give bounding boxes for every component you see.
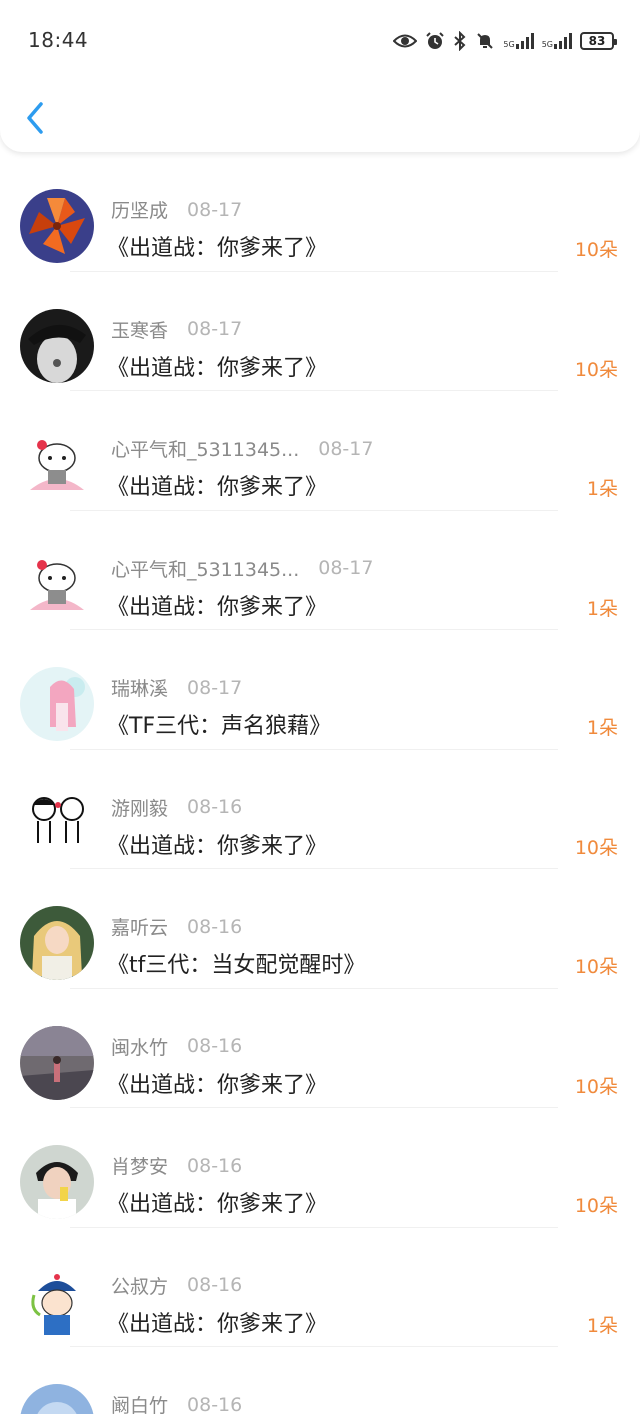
list-item[interactable]: 嘉听云 08-16 《tf三代：当女配觉醒时》 10朵: [0, 869, 640, 989]
battery-level: 83: [588, 34, 606, 48]
status-icons: 5G 5G 83: [393, 28, 617, 54]
book-title[interactable]: 《出道战：你爹来了》: [107, 828, 327, 860]
list-item[interactable]: 瑞琳溪 08-17 《TF三代：声名狼藉》 1朵: [0, 630, 640, 750]
item-meta: 心平气和_5311345... 08-17: [111, 435, 373, 462]
avatar[interactable]: [20, 1384, 94, 1414]
chevron-left-icon: [27, 102, 43, 134]
username: 阚白竹: [111, 1395, 169, 1414]
list-item[interactable]: 游刚毅 08-16 《出道战：你爹来了》 10朵: [0, 750, 640, 870]
username: 历坚成: [111, 200, 169, 222]
gift-amount: 10朵: [574, 836, 618, 859]
item-meta: 嘉听云 08-16: [111, 913, 242, 940]
signal-strength-1: 5G: [503, 33, 534, 49]
mute-bell-icon: [477, 33, 494, 49]
list-item[interactable]: 心平气和_5311345... 08-17 《出道战：你爹来了》 1朵: [0, 391, 640, 511]
avatar[interactable]: [20, 189, 94, 263]
top-header: 18:44 5G 5G 83: [0, 0, 640, 152]
username: 嘉听云: [111, 917, 169, 939]
list-item[interactable]: 肖梦安 08-16 《出道战：你爹来了》 10朵: [0, 1108, 640, 1228]
item-meta: 闽水竹 08-16: [111, 1033, 242, 1060]
book-title[interactable]: 《出道战：你爹来了》: [107, 1067, 327, 1099]
avatar[interactable]: [20, 786, 94, 861]
book-title[interactable]: 《出道战：你爹来了》: [107, 469, 327, 501]
book-title[interactable]: 《TF三代：声名狼藉》: [107, 708, 331, 740]
avatar[interactable]: [20, 547, 94, 622]
signal-label-2: 5G: [541, 40, 553, 49]
signal-bars-icon: [554, 33, 572, 49]
date: 08-17: [187, 198, 243, 221]
book-title[interactable]: 《出道战：你爹来了》: [107, 589, 327, 621]
username: 心平气和_5311345...: [111, 439, 300, 461]
date: 08-16: [187, 796, 243, 818]
avatar[interactable]: [20, 667, 94, 741]
date: 08-17: [318, 437, 374, 460]
username: 瑞琳溪: [111, 678, 169, 700]
back-button[interactable]: [20, 98, 50, 138]
item-meta: 公叔方 08-16: [111, 1272, 242, 1299]
avatar[interactable]: [20, 308, 94, 383]
date: 08-17: [187, 318, 243, 340]
book-title[interactable]: 《出道战：你爹来了》: [107, 1306, 327, 1338]
date: 08-16: [187, 1154, 243, 1177]
signal-label-1: 5G: [503, 40, 515, 49]
item-meta: 玉寒香 08-17: [111, 316, 242, 343]
gift-amount: 10朵: [574, 1195, 618, 1217]
signal-bars-icon: [515, 33, 534, 49]
gift-amount: 1朵: [586, 478, 618, 500]
gift-record-list: 历坚成 08-17 《出道战：你爹来了》 10朵 玉寒香 08-17 《出道战：…: [0, 152, 640, 1414]
date: 08-16: [187, 1393, 243, 1414]
book-title[interactable]: 《tf三代：当女配觉醒时》: [107, 947, 365, 979]
bluetooth-icon: [454, 31, 466, 51]
item-meta: 瑞琳溪 08-17: [111, 674, 242, 701]
username: 公叔方: [111, 1275, 169, 1298]
item-meta: 心平气和_5311345... 08-17: [111, 555, 373, 582]
gift-amount: 1朵: [586, 1314, 618, 1337]
book-title[interactable]: 《出道战：你爹来了》: [107, 1186, 327, 1218]
list-item[interactable]: 闽水竹 08-16 《出道战：你爹来了》 10朵: [0, 989, 640, 1109]
alarm-icon: [426, 32, 445, 49]
status-time: 18:44: [28, 28, 89, 52]
list-item[interactable]: 公叔方 08-16 《出道战：你爹来了》 1朵: [0, 1228, 640, 1348]
username: 闽水竹: [111, 1036, 169, 1059]
item-meta: 游刚毅 08-16: [111, 794, 242, 821]
avatar[interactable]: [20, 906, 94, 980]
book-title[interactable]: 《出道战：你爹来了》: [107, 350, 327, 382]
date: 08-16: [187, 1274, 243, 1296]
date: 08-17: [187, 676, 243, 699]
list-item[interactable]: 历坚成 08-17 《出道战：你爹来了》 10朵: [0, 152, 640, 272]
avatar[interactable]: [20, 1264, 94, 1339]
avatar[interactable]: [20, 1145, 94, 1219]
date: 08-16: [187, 915, 243, 938]
username: 心平气和_5311345...: [111, 558, 300, 581]
item-meta: 阚白竹 08-16: [111, 1391, 242, 1414]
eye-icon: [393, 34, 418, 48]
username: 玉寒香: [111, 319, 169, 342]
avatar[interactable]: [20, 1025, 94, 1100]
list-item[interactable]: 心平气和_5311345... 08-17 《出道战：你爹来了》 1朵: [0, 511, 640, 631]
gift-amount: 1朵: [586, 597, 618, 620]
username: 肖梦安: [111, 1156, 169, 1178]
date: 08-17: [318, 557, 374, 579]
item-meta: 历坚成 08-17: [111, 196, 242, 223]
gift-amount: 1朵: [586, 717, 618, 739]
signal-strength-2: 5G: [542, 33, 572, 49]
list-item[interactable]: 阚白竹 08-16: [0, 1347, 640, 1414]
book-title[interactable]: 《出道战：你爹来了》: [107, 230, 327, 262]
gift-amount: 10朵: [574, 239, 618, 261]
battery-icon: 83: [580, 32, 617, 50]
avatar[interactable]: [20, 428, 94, 502]
gift-amount: 10朵: [574, 1075, 618, 1098]
gift-amount: 10朵: [574, 956, 618, 978]
date: 08-16: [187, 1035, 243, 1057]
item-meta: 肖梦安 08-16: [111, 1152, 242, 1179]
list-item[interactable]: 玉寒香 08-17 《出道战：你爹来了》 10朵: [0, 272, 640, 392]
gift-amount: 10朵: [574, 358, 618, 381]
username: 游刚毅: [111, 797, 169, 820]
